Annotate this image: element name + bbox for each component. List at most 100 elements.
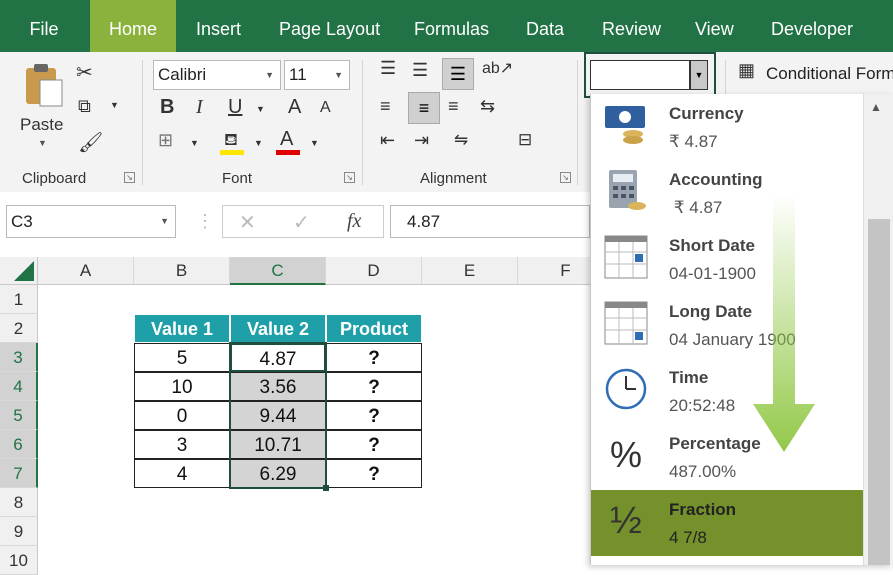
column-header-b[interactable]: B [134,257,230,285]
tab-page-layout[interactable]: Page Layout [279,0,380,52]
format-item-percentage[interactable]: % Percentage 487.00% [591,424,865,490]
row-header-1[interactable]: 1 [0,285,38,314]
row-header-8[interactable]: 8 [0,488,38,517]
number-format-input[interactable] [590,60,690,90]
enter-check-icon[interactable]: ✓ [293,210,310,235]
tab-review[interactable]: Review [602,0,661,52]
copy-icon[interactable]: ⧉ [78,96,91,117]
table-cell[interactable]: 5 [134,343,230,372]
bold-button[interactable]: B [160,96,174,119]
table-cell[interactable]: 6.29 [230,459,326,488]
alignment-launcher-icon[interactable]: ↘ [560,172,571,183]
chevron-down-icon[interactable]: ▼ [256,104,265,114]
chevron-down-icon[interactable]: ▼ [254,138,263,148]
scroll-thumb[interactable] [868,219,890,565]
wrap-text-icon[interactable]: ⇆ [480,96,495,117]
active-cell[interactable]: 4.87 [230,343,326,372]
format-item-short-date[interactable]: Short Date 04-01-1900 [591,226,865,292]
row-header-3[interactable]: 3 [0,343,38,372]
table-cell[interactable]: ? [326,430,422,459]
column-header-a[interactable]: A [38,257,134,285]
row-header-6[interactable]: 6 [0,430,38,459]
row-header-7[interactable]: 7 [0,459,38,488]
column-header-c[interactable]: C [230,257,326,285]
format-item-long-date[interactable]: Long Date 04 January 1900 [591,292,865,358]
table-cell[interactable]: 0 [134,401,230,430]
tab-data[interactable]: Data [526,0,564,52]
row-header-10[interactable]: 10 [0,546,38,575]
table-header-value1[interactable]: Value 1 [134,314,230,343]
align-left-icon[interactable]: ≡ [380,96,391,117]
cut-icon[interactable]: ✂ [76,60,93,85]
format-item-accounting[interactable]: Accounting ₹ 4.87 [591,160,865,226]
format-item-fraction[interactable]: ½ Fraction 4 7/8 [591,490,865,556]
row-header-4[interactable]: 4 [0,372,38,401]
align-bottom-button[interactable]: ☰ [442,58,474,90]
paste-button[interactable]: Paste ▼ [18,60,68,155]
increase-indent-icon[interactable]: ⇥ [414,130,429,151]
decrease-indent-icon[interactable]: ⇤ [380,130,395,151]
chevron-down-icon[interactable]: ▼ [110,100,119,110]
italic-button[interactable]: I [196,96,203,119]
clipboard-launcher-icon[interactable]: ↘ [124,172,135,183]
format-painter-icon[interactable]: 🖌 [78,130,103,155]
table-cell[interactable]: 4 [134,459,230,488]
font-launcher-icon[interactable]: ↘ [344,172,355,183]
table-cell[interactable]: 10.71 [230,430,326,459]
tab-home[interactable]: Home [90,0,176,52]
name-box[interactable]: C3 ▼ [6,205,176,238]
row-header-9[interactable]: 9 [0,517,38,546]
tab-view[interactable]: View [695,0,734,52]
formula-input[interactable]: 4.87 [390,205,590,238]
select-all-corner[interactable] [0,257,38,285]
grow-font-button[interactable]: A [288,96,301,119]
table-cell[interactable]: ? [326,459,422,488]
format-item-currency[interactable]: Currency ₹ 4.87 [591,94,865,160]
underline-button[interactable]: U [228,96,242,119]
insert-function-icon[interactable]: fx [347,210,361,233]
table-cell[interactable]: 3 [134,430,230,459]
font-color-letter: A [280,128,294,150]
font-color-button[interactable]: A [276,128,302,156]
align-top-icon[interactable]: ☰ [380,58,396,79]
format-item-time[interactable]: Time 20:52:48 [591,358,865,424]
borders-icon[interactable]: ⊞ [158,130,173,151]
text-direction-icon[interactable]: ⇋ [454,130,468,150]
chevron-down-icon[interactable]: ▼ [190,138,199,148]
tab-formulas[interactable]: Formulas [414,0,489,52]
merge-center-icon[interactable]: ⊟ [518,130,532,150]
table-cell[interactable]: 3.56 [230,372,326,401]
shrink-font-button[interactable]: A [320,99,331,117]
number-format-combo[interactable]: ▼ [584,52,716,98]
conditional-formatting-button[interactable]: ▦ Conditional Form [738,60,893,88]
row-header-5[interactable]: 5 [0,401,38,430]
table-cell[interactable]: ? [326,372,422,401]
align-bottom-icon: ☰ [449,64,467,84]
table-header-value2[interactable]: Value 2 [230,314,326,343]
row-header-2[interactable]: 2 [0,314,38,343]
table-cell[interactable]: ? [326,343,422,372]
dropdown-scrollbar[interactable]: ▲ [863,94,893,565]
scroll-up-icon[interactable]: ▲ [870,100,882,114]
align-center-button[interactable]: ≡ [408,92,440,124]
drag-handle-icon[interactable]: ⋮ [196,211,214,232]
tab-insert[interactable]: Insert [196,0,241,52]
table-cell[interactable]: 9.44 [230,401,326,430]
tab-developer[interactable]: Developer [771,0,853,52]
font-size-combo[interactable]: 11 ▼ [284,60,350,90]
orientation-icon[interactable]: ab↗ [482,58,513,78]
font-name-combo[interactable]: Calibri ▼ [153,60,281,90]
fill-handle[interactable] [323,485,329,491]
column-header-d[interactable]: D [326,257,422,285]
align-right-icon[interactable]: ≡ [448,96,459,117]
table-cell[interactable]: 10 [134,372,230,401]
column-header-e[interactable]: E [422,257,518,285]
align-middle-icon[interactable]: ☰ [412,60,428,81]
chevron-down-icon[interactable]: ▼ [690,60,708,90]
tab-file[interactable]: File [18,0,70,52]
table-header-product[interactable]: Product [326,314,422,343]
fill-color-button[interactable]: ⛾ [220,130,246,156]
cancel-icon[interactable]: ✕ [239,210,256,235]
table-cell[interactable]: ? [326,401,422,430]
chevron-down-icon[interactable]: ▼ [310,138,319,148]
